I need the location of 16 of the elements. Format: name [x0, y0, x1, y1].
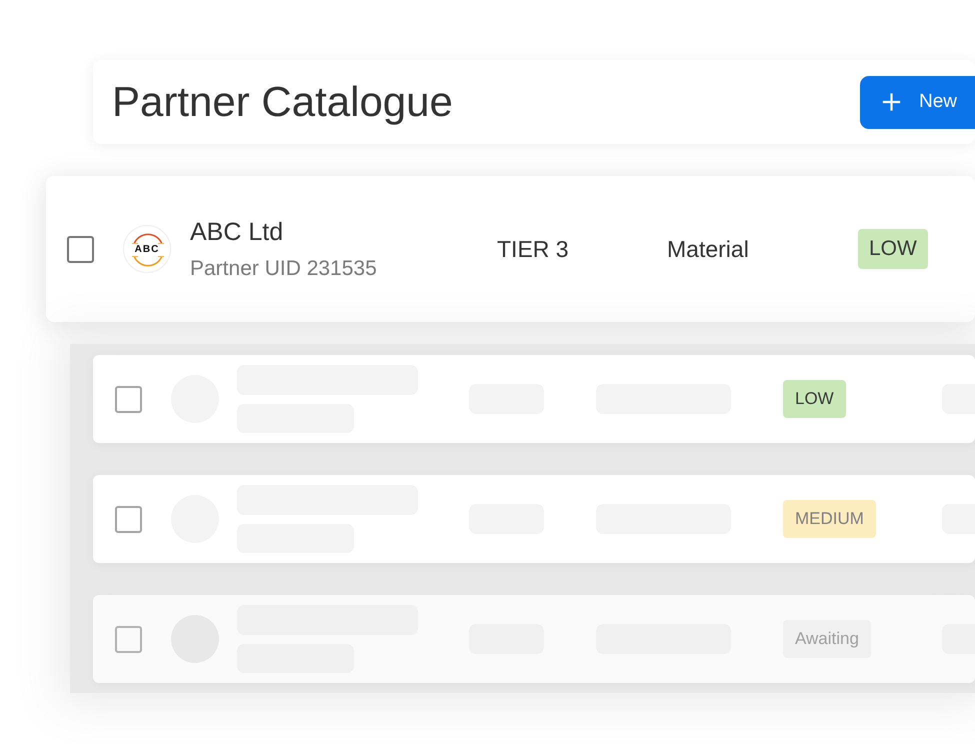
plus-icon — [882, 91, 901, 113]
checkbox[interactable] — [115, 626, 142, 652]
partner-name: ABC Ltd — [190, 218, 284, 246]
company-logo: ABC — [123, 225, 171, 273]
category-label: Material — [667, 236, 750, 262]
new-button[interactable]: New — [860, 76, 975, 128]
partner-uid: Partner UID 231535 — [190, 256, 378, 280]
checkbox[interactable] — [115, 506, 142, 532]
page-title: Partner Catalogue — [112, 78, 454, 126]
tier-label: TIER 3 — [497, 236, 570, 262]
checkbox[interactable] — [115, 386, 142, 412]
risk-badge: LOW — [783, 380, 846, 418]
risk-badge: Awaiting — [783, 620, 871, 658]
checkbox[interactable] — [67, 236, 94, 262]
risk-badge: MEDIUM — [783, 500, 876, 538]
risk-badge: LOW — [858, 229, 928, 269]
